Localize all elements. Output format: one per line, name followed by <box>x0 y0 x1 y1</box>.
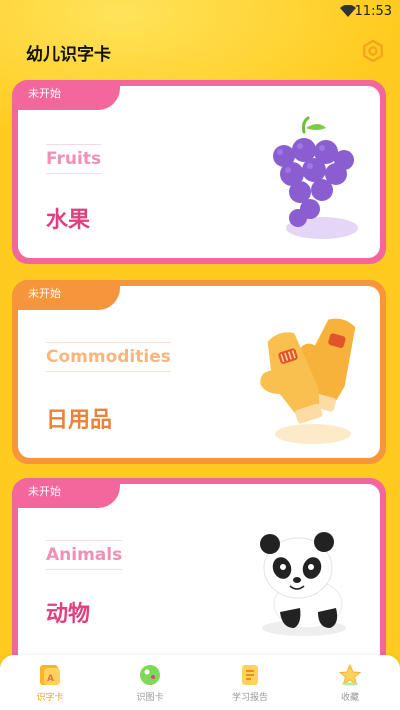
card-english-title: Fruits <box>46 144 102 174</box>
card-chinese-title: 水果 <box>46 208 91 233</box>
star-icon <box>338 663 362 686</box>
nav-label: 识字卡 <box>36 693 64 703</box>
panda-illustration <box>260 532 346 636</box>
nav-item-picture-cards[interactable]: 识图卡 <box>110 663 190 703</box>
mittens-illustration <box>260 318 356 444</box>
nav-item-flashcards[interactable]: A 识字卡 <box>10 663 90 703</box>
nav-label: 学习报告 <box>231 693 268 703</box>
card-body: Commodities 日用品 <box>18 286 380 458</box>
card-chinese-title: 动物 <box>46 602 91 627</box>
nav-item-report[interactable]: 学习报告 <box>210 663 290 703</box>
nav-label: 收藏 <box>340 693 359 703</box>
category-card-commodities[interactable]: Commodities 日用品 未开始 <box>12 280 386 464</box>
card-english-title: Animals <box>46 540 123 570</box>
status-badge: 未开始 <box>12 80 120 110</box>
status-badge: 未开始 <box>12 280 120 310</box>
card-body: Animals 动物 <box>18 484 380 672</box>
svg-text:A: A <box>47 674 54 684</box>
picture-card-icon <box>140 665 160 685</box>
page-title: 幼儿识字卡 <box>26 45 111 65</box>
nav-item-favorites[interactable]: 收藏 <box>310 663 390 703</box>
flashcard-icon: A <box>40 665 60 685</box>
bottom-nav: A 识字卡 识图卡 学习报告 收藏 <box>0 655 400 710</box>
card-body: Fruits 水果 <box>18 86 380 258</box>
category-card-fruits[interactable]: Fruits 水果 未开始 <box>12 80 386 264</box>
grapes-illustration <box>273 116 358 239</box>
category-card-animals[interactable]: Animals 动物 未开始 <box>12 478 386 678</box>
status-bar: 11:53 <box>0 0 400 24</box>
status-time: 11:53 <box>354 4 392 19</box>
report-icon <box>242 665 258 685</box>
status-badge: 未开始 <box>12 478 120 508</box>
card-english-title: Commodities <box>46 342 171 372</box>
card-chinese-title: 日用品 <box>46 408 113 433</box>
settings-gear-icon[interactable] <box>362 40 384 62</box>
nav-label: 识图卡 <box>136 693 164 703</box>
